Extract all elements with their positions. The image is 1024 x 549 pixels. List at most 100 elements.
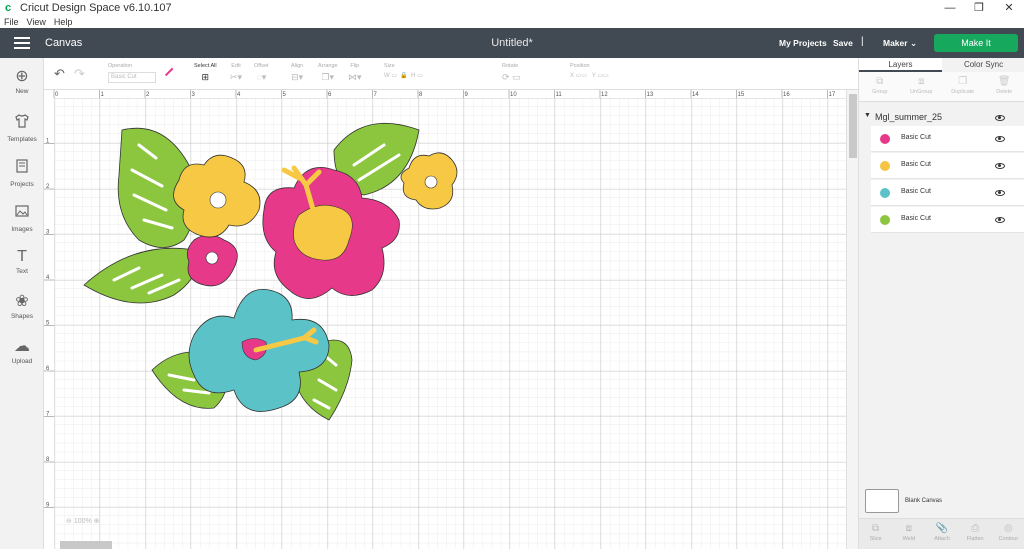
design-canvas[interactable]: 0 1 2 3 4 5 6 7 8 9 10 11 12 13 14 15 16 17 123456789 <box>44 90 846 549</box>
canvas-grid[interactable]: 0 1 2 3 4 5 6 7 8 9 10 11 12 13 14 15 16 17 123456789 <box>44 90 846 549</box>
flip-label: Flip <box>350 63 360 69</box>
projects-tool[interactable]: Projects <box>0 158 44 188</box>
templates-tool[interactable]: Templates <box>0 113 44 143</box>
align-group[interactable]: Align ⊟▾ <box>291 63 303 83</box>
size-group: Size W ▭ 🔒 H ▭ <box>384 63 423 79</box>
upload-tool[interactable]: ☁ Upload <box>0 338 44 365</box>
contour-button[interactable]: ◎ Contour <box>992 519 1024 549</box>
plus-circle-icon: ⊕ <box>15 68 29 85</box>
images-tool[interactable]: Images <box>0 203 44 233</box>
layer-row[interactable]: Basic Cut <box>871 207 1024 233</box>
edit-toolbar: ↶ ↷ Operation Basic Cut Select All ⊞ Edi… <box>44 58 858 90</box>
vertical-scrollbar[interactable] <box>846 90 858 549</box>
eye-icon[interactable] <box>995 136 1005 142</box>
attach-button[interactable]: 📎 Attach <box>925 519 958 549</box>
menu-view[interactable]: View <box>27 17 46 27</box>
width-field-label[interactable]: W <box>384 73 390 79</box>
layer-group-row[interactable]: ▼ Mgl_summer_25 <box>859 110 1024 126</box>
slice-button-label: Slice <box>869 536 882 542</box>
make-it-button[interactable]: Make It <box>934 34 1018 52</box>
eye-icon[interactable] <box>995 190 1005 196</box>
group-button[interactable]: ⧉ Group <box>859 72 901 101</box>
size-fields: W ▭ 🔒 H ▭ <box>384 73 423 79</box>
cricut-logo-icon: c <box>5 2 12 14</box>
panel-tabs: Layers Color Sync <box>859 58 1024 72</box>
layer-row[interactable]: Basic Cut <box>871 153 1024 179</box>
blank-canvas-swatch[interactable] <box>865 489 899 513</box>
select-all-icon: ⊞ <box>201 72 210 82</box>
select-all-group[interactable]: Select All ⊞ <box>194 63 217 83</box>
horizontal-scroll-thumb[interactable] <box>60 541 112 549</box>
offset-group[interactable]: Offset ◌▾ <box>254 63 269 83</box>
contour-button-label: Contour <box>998 536 1019 542</box>
flip-icon: ⋈▾ <box>348 72 362 82</box>
ungroup-button-label: UnGroup <box>910 89 933 95</box>
slice-button[interactable]: ⧉ Slice <box>859 519 892 549</box>
pen-icon[interactable] <box>164 67 174 76</box>
contour-icon: ◎ <box>1004 523 1013 534</box>
restore-button[interactable]: ❐ <box>964 0 994 16</box>
text-tool[interactable]: T Text <box>0 248 44 275</box>
menu-file[interactable]: File <box>4 17 19 27</box>
layer-row[interactable]: Basic Cut <box>871 126 1024 152</box>
layer-label: Basic Cut <box>901 188 931 195</box>
ruler-tick-label: 11 <box>556 92 563 98</box>
zoom-control[interactable]: ⊖ 100% ⊕ <box>66 517 100 525</box>
position-fields: X ▭▭ Y ▭▭ <box>570 73 609 79</box>
flip-group[interactable]: Flip ⋈▾ <box>348 63 362 83</box>
design-panel: ⊕ New Templates Projects Images T Text ❀ Sh… <box>0 58 44 549</box>
duplicate-icon: ❐ <box>958 76 968 87</box>
minimize-button[interactable]: — <box>935 0 965 16</box>
duplicate-button-label: Duplicate <box>951 89 975 95</box>
flatten-button[interactable]: ⎙ Flatten <box>959 519 992 549</box>
layer-actions: ⧉ Group ⧈ UnGroup ❐ Duplicate 🗑 Delete <box>859 72 1024 102</box>
duplicate-button[interactable]: ❐ Duplicate <box>942 72 984 101</box>
app-title: Cricut Design Space v6.10.107 <box>20 2 172 14</box>
offset-label: Offset <box>254 63 269 69</box>
tab-color-sync[interactable]: Color Sync <box>942 58 1024 72</box>
eye-icon[interactable] <box>995 217 1005 223</box>
ruler-tick-label: 10 <box>510 92 517 98</box>
shapes-tool[interactable]: ❀ Shapes <box>0 293 44 320</box>
operation-select[interactable]: Basic Cut <box>108 72 156 83</box>
layer-label: Basic Cut <box>901 161 931 168</box>
ruler-tick-label: 15 <box>738 92 745 98</box>
layer-row[interactable]: Basic Cut <box>871 180 1024 206</box>
upload-tool-label: Upload <box>11 358 33 365</box>
redo-icon[interactable]: ↷ <box>74 66 85 82</box>
new-tool[interactable]: ⊕ New <box>0 68 44 95</box>
projects-icon <box>0 158 44 179</box>
flatten-icon: ⎙ <box>971 523 980 534</box>
upload-icon: ☁ <box>14 338 30 355</box>
undo-icon[interactable]: ↶ <box>54 66 65 82</box>
combine-actions: ⧉ Slice ⧈ Weld 📎 Attach ⎙ Flatten ◎ Contour <box>859 518 1024 549</box>
ungroup-button[interactable]: ⧈ UnGroup <box>901 72 943 101</box>
rotate-field[interactable]: ⟳ ▭ <box>502 72 521 83</box>
layer-thumbnail-teal <box>880 188 890 198</box>
eye-icon[interactable] <box>995 115 1005 121</box>
arrange-group[interactable]: Arrange ❐▾ <box>318 63 338 83</box>
window-titlebar: c Cricut Design Space v6.10.107 — ❐ ✕ <box>0 0 1024 16</box>
x-field-label[interactable]: X <box>570 73 574 79</box>
caret-down-icon[interactable]: ▼ <box>864 112 871 119</box>
arrange-label: Arrange <box>318 63 338 69</box>
lock-icon[interactable]: 🔒 <box>400 73 407 79</box>
my-projects-button[interactable]: My Projects <box>779 38 827 48</box>
machine-select[interactable]: Maker ⌄ <box>883 38 917 49</box>
weld-button[interactable]: ⧈ Weld <box>892 519 925 549</box>
vertical-scroll-thumb[interactable] <box>849 94 857 158</box>
menu-help[interactable]: Help <box>54 17 73 27</box>
height-field-label[interactable]: H <box>411 73 415 79</box>
delete-button[interactable]: 🗑 Delete <box>984 72 1024 101</box>
y-field-label[interactable]: Y <box>592 73 596 79</box>
attach-button-label: Attach <box>934 536 950 542</box>
eye-icon[interactable] <box>995 163 1005 169</box>
close-button[interactable]: ✕ <box>994 0 1024 16</box>
layer-label: Basic Cut <box>901 215 931 222</box>
layers-panel: Layers Color Sync ⧉ Group ⧈ UnGroup ❐ Dupli… <box>858 58 1024 549</box>
tab-layers[interactable]: Layers <box>859 58 942 72</box>
menu-bar: File View Help <box>0 16 1024 28</box>
save-button[interactable]: Save <box>833 38 853 48</box>
edit-group[interactable]: Edit ✂▾ <box>230 63 242 83</box>
edit-label: Edit <box>231 63 241 69</box>
